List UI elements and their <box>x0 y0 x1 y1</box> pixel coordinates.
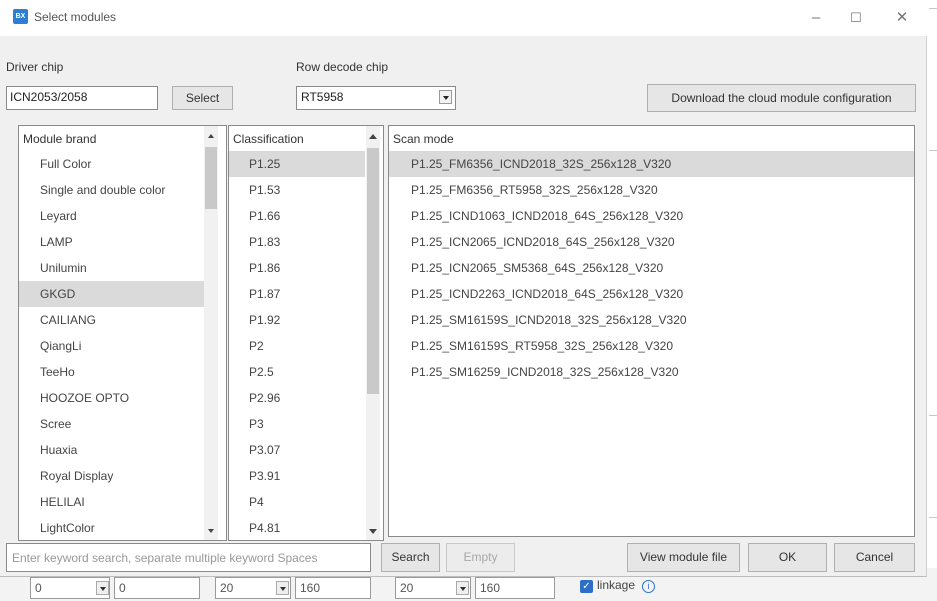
scrollbar-thumb[interactable] <box>205 147 217 209</box>
background-field-2-value: 0 <box>119 581 126 595</box>
background-field-6-value: 160 <box>480 581 501 595</box>
module-brand-list[interactable]: Module brand Full Color Single and double… <box>18 125 227 541</box>
background-field-5[interactable]: 20 <box>395 577 471 599</box>
row-decode-select[interactable]: RT5958 <box>296 86 456 110</box>
scroll-up-icon[interactable] <box>366 130 380 144</box>
background-field-6[interactable]: 160 <box>475 577 555 599</box>
close-button[interactable]: ✕ <box>888 6 916 30</box>
brand-list-item[interactable]: HELILAI <box>19 489 204 515</box>
empty-button[interactable]: Empty <box>446 543 515 572</box>
download-cloud-config-button[interactable]: Download the cloud module configuration <box>647 84 916 112</box>
classification-list-item[interactable]: P1.86 <box>229 255 365 281</box>
classification-list-item[interactable]: P2 <box>229 333 365 359</box>
module-brand-scrollbar[interactable] <box>204 126 218 540</box>
scan-mode-list-item[interactable]: P1.25_ICN2065_ICND2018_64S_256x128_V320 <box>389 229 914 255</box>
classification-header: Classification <box>233 132 304 146</box>
linkage-checkbox[interactable]: ✓ <box>580 580 593 593</box>
brand-list-item[interactable]: Leyard <box>19 203 204 229</box>
background-field-1[interactable]: 0 <box>30 577 110 599</box>
classification-list[interactable]: Classification P1.25 P1.53 P1.66 P1.83 P1.86… <box>228 125 384 541</box>
brand-list-item[interactable]: LAMP <box>19 229 204 255</box>
background-field-3[interactable]: 20 <box>215 577 291 599</box>
brand-list-item[interactable]: Full Color <box>19 151 204 177</box>
classification-list-item[interactable]: P1.83 <box>229 229 365 255</box>
cancel-button[interactable]: Cancel <box>834 543 915 572</box>
scan-mode-list-item[interactable]: P1.25_SM16159S_RT5958_32S_256x128_V320 <box>389 333 914 359</box>
brand-list-item[interactable]: Royal Display <box>19 463 204 489</box>
brand-list-item[interactable]: LightColor <box>19 515 204 540</box>
classification-list-item[interactable]: P2.5 <box>229 359 365 385</box>
window-title: Select modules <box>34 10 117 24</box>
classification-list-item[interactable]: P1.25 <box>229 151 365 177</box>
scan-mode-list[interactable]: Scan mode P1.25_FM6356_ICND2018_32S_256x… <box>388 125 915 537</box>
classification-list-item[interactable]: P3.07 <box>229 437 365 463</box>
title-bar: BX Select modules – ☐ ✕ <box>0 0 927 36</box>
background-field-3-value: 20 <box>220 581 234 595</box>
maximize-button[interactable]: ☐ <box>842 6 870 30</box>
classification-list-item[interactable]: P4.81 <box>229 515 365 540</box>
driver-chip-label: Driver chip <box>6 60 64 74</box>
view-module-file-button[interactable]: View module file <box>627 543 740 572</box>
classification-list-item[interactable]: P2.96 <box>229 385 365 411</box>
scan-mode-list-item[interactable]: P1.25_ICND2263_ICND2018_64S_256x128_V320 <box>389 281 914 307</box>
chevron-down-icon <box>456 581 469 595</box>
classification-list-item[interactable]: P4 <box>229 489 365 515</box>
brand-list-item[interactable]: Unilumin <box>19 255 204 281</box>
chevron-down-icon <box>276 581 289 595</box>
background-field-4[interactable]: 160 <box>295 577 371 599</box>
classification-list-item[interactable]: P1.92 <box>229 307 365 333</box>
linkage-label: linkage <box>597 578 636 592</box>
classification-scrollbar[interactable] <box>366 126 380 540</box>
classification-list-item[interactable]: P3.91 <box>229 463 365 489</box>
scan-mode-list-item[interactable]: P1.25_ICN2065_SM5368_64S_256x128_V320 <box>389 255 914 281</box>
select-modules-dialog: BX Select modules – ☐ ✕ Driver chip ICN2… <box>0 0 927 577</box>
scan-mode-header: Scan mode <box>393 132 454 146</box>
brand-list-item[interactable]: CAILIANG <box>19 307 204 333</box>
brand-list-item[interactable]: Single and double color <box>19 177 204 203</box>
module-brand-header: Module brand <box>23 132 97 146</box>
scan-mode-list-item[interactable]: P1.25_SM16259_ICND2018_32S_256x128_V320 <box>389 359 914 385</box>
app-icon: BX <box>13 9 28 24</box>
driver-chip-field[interactable]: ICN2053/2058 <box>6 86 158 110</box>
classification-list-item[interactable]: P1.87 <box>229 281 365 307</box>
info-icon[interactable]: i <box>642 580 655 593</box>
classification-list-item[interactable]: P1.53 <box>229 177 365 203</box>
row-decode-label: Row decode chip <box>296 60 389 74</box>
classification-list-item[interactable]: P1.66 <box>229 203 365 229</box>
brand-list-item[interactable]: Huaxia <box>19 437 204 463</box>
scan-mode-list-item[interactable]: P1.25_FM6356_RT5958_32S_256x128_V320 <box>389 177 914 203</box>
scroll-down-icon[interactable] <box>204 524 218 538</box>
chevron-down-icon <box>439 90 452 104</box>
brand-list-item[interactable]: Scree <box>19 411 204 437</box>
scan-mode-list-item[interactable]: P1.25_SM16159S_ICND2018_32S_256x128_V320 <box>389 307 914 333</box>
background-field-2[interactable]: 0 <box>114 577 200 599</box>
minimize-button[interactable]: – <box>802 6 830 30</box>
scrollbar-thumb[interactable] <box>367 148 379 394</box>
background-field-1-value: 0 <box>35 581 42 595</box>
classification-list-item[interactable]: P3 <box>229 411 365 437</box>
ok-button[interactable]: OK <box>748 543 827 572</box>
brand-list-item[interactable]: GKGD <box>19 281 204 307</box>
scan-mode-list-item[interactable]: P1.25_ICND1063_ICND2018_64S_256x128_V320 <box>389 203 914 229</box>
scroll-up-icon[interactable] <box>204 130 218 144</box>
brand-list-item[interactable]: HOOZOE OPTO <box>19 385 204 411</box>
brand-list-item[interactable]: QiangLi <box>19 333 204 359</box>
row-decode-value: RT5958 <box>301 90 344 104</box>
keyword-search-placeholder: Enter keyword search, separate multiple … <box>12 551 318 565</box>
scroll-down-icon[interactable] <box>366 524 380 538</box>
brand-list-item[interactable]: TeeHo <box>19 359 204 385</box>
scan-mode-list-item[interactable]: P1.25_FM6356_ICND2018_32S_256x128_V320 <box>389 151 914 177</box>
keyword-search-input[interactable]: Enter keyword search, separate multiple … <box>6 543 371 572</box>
background-field-4-value: 160 <box>300 581 321 595</box>
search-button[interactable]: Search <box>381 543 440 572</box>
chevron-down-icon <box>96 581 109 595</box>
background-field-5-value: 20 <box>400 581 414 595</box>
background-window-edge <box>927 0 937 601</box>
select-driver-button[interactable]: Select <box>172 86 233 110</box>
